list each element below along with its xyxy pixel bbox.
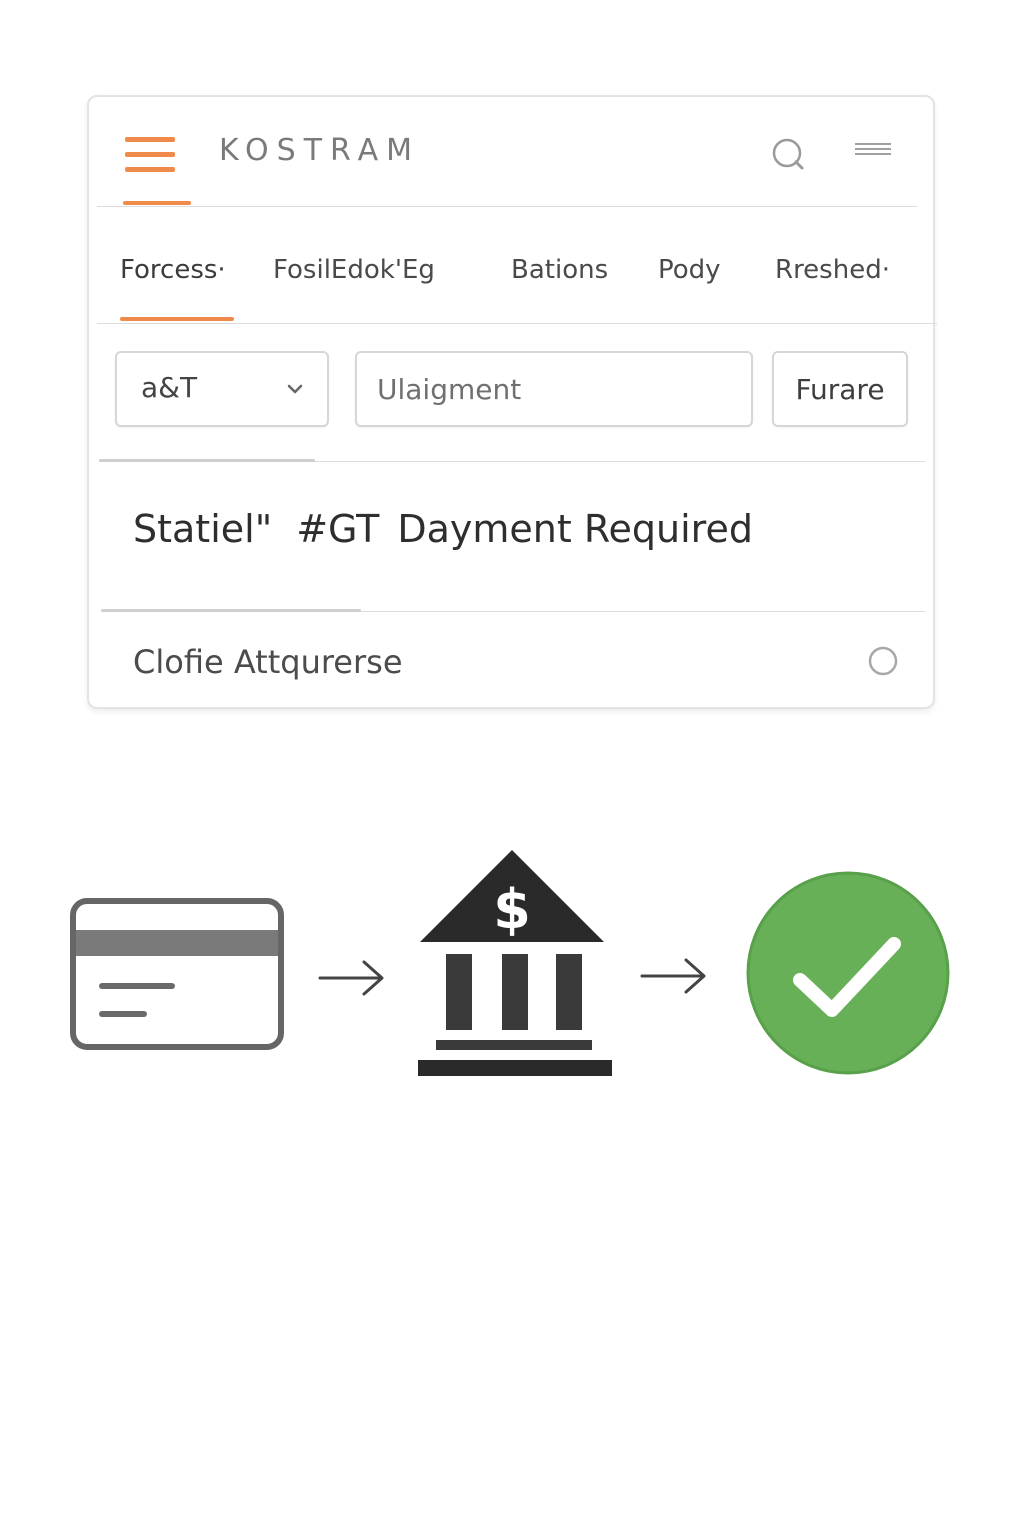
filters-divider-accent xyxy=(99,459,315,462)
credit-card-icon xyxy=(70,898,284,1050)
hamburger-icon[interactable] xyxy=(125,135,177,175)
search-icon[interactable] xyxy=(771,137,805,171)
select-value: a&T xyxy=(141,371,198,404)
tab-bations[interactable]: Bations xyxy=(511,255,608,285)
arrow-right-icon xyxy=(318,960,384,996)
footer-text: Clofie Attqurerse xyxy=(133,643,403,681)
brand-title: KOSTRAM xyxy=(219,133,421,168)
radio-icon[interactable] xyxy=(867,645,899,677)
status-label: Statiel" xyxy=(133,507,273,551)
status-line: Statiel" #GT Dayment Required xyxy=(133,507,753,551)
dollar-sign-icon: $ xyxy=(493,878,531,941)
tab-rreshed[interactable]: Rreshed· xyxy=(775,255,890,285)
status-code: #GT xyxy=(296,507,380,551)
status-message: Dayment Required xyxy=(397,507,753,551)
hamburger-active-indicator xyxy=(123,201,191,205)
tabs-divider xyxy=(97,323,937,324)
tab-fosiledokeg[interactable]: FosilEdok'Eg xyxy=(273,255,435,285)
tab-forcess[interactable]: Forcess· xyxy=(120,255,226,285)
payment-card: KOSTRAM Forcess· FosilEdok'Eg Bations Po… xyxy=(87,95,937,709)
active-tab-indicator xyxy=(120,317,234,321)
arrow-right-icon xyxy=(640,958,706,994)
bank-icon: $ xyxy=(418,850,612,1076)
search-input[interactable] xyxy=(355,351,753,427)
status-divider-accent xyxy=(101,609,361,612)
menu-icon[interactable] xyxy=(853,141,893,161)
filter-select[interactable]: a&T xyxy=(115,351,329,427)
chevron-down-icon xyxy=(287,384,303,394)
tab-pody[interactable]: Pody xyxy=(658,255,721,285)
checkmark-circle-icon xyxy=(746,871,950,1075)
header-divider xyxy=(97,206,917,207)
furare-button[interactable]: Furare xyxy=(772,351,908,427)
